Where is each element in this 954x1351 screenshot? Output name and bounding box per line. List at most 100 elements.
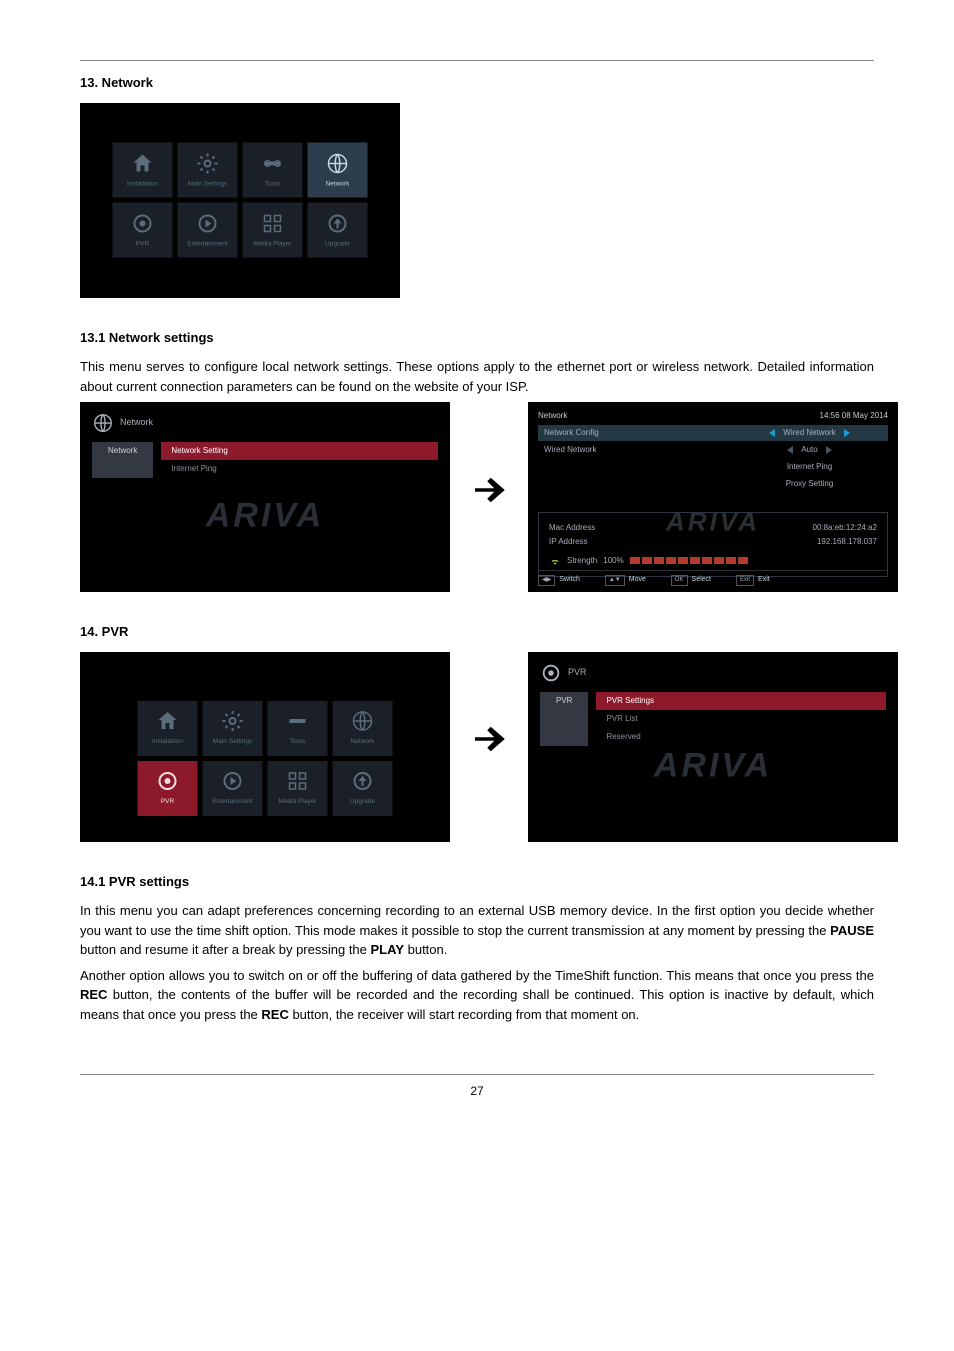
record-icon	[131, 211, 155, 235]
hint-switch: Switch	[559, 576, 580, 583]
submenu-tab[interactable]: Network	[92, 442, 153, 478]
arrow-right-icon[interactable]	[844, 429, 850, 437]
page-footer: 27	[80, 1074, 874, 1101]
globe-icon	[351, 709, 375, 733]
screenshot-main-menu-network: Installation Main Settings Tools Network…	[80, 103, 400, 298]
hint-move: Move	[629, 576, 646, 583]
tile-entertainment[interactable]: Entertainment	[203, 761, 263, 816]
cfg-row-ping[interactable]: Internet Ping	[538, 459, 888, 475]
section-14-pvr: 14. PVR Installation Main Settings Tools	[80, 622, 874, 842]
strength-value: 100%	[603, 554, 623, 568]
tile-media-player[interactable]: Media Player	[243, 203, 303, 258]
gear-icon	[221, 709, 245, 733]
upgrade-icon	[326, 211, 350, 235]
arrow-icon	[468, 469, 510, 526]
apps-icon	[261, 211, 285, 235]
key-ud: ▲▼	[605, 575, 625, 586]
arrow-icon	[468, 718, 510, 775]
screenshot-network-submenu: Network Network Network Setting Internet…	[80, 402, 450, 592]
cfg-header: Network 14:56 08 May 2014	[538, 410, 888, 422]
globe-icon	[326, 151, 350, 175]
home-icon	[131, 151, 155, 175]
cfg-footer: ◀▶Switch ▲▼Move OKSelect ExitExit	[538, 570, 888, 586]
tile-pvr[interactable]: PVR	[138, 761, 198, 816]
screenshot-main-menu-pvr: Installation Main Settings Tools Network…	[80, 652, 450, 842]
cfg-value: Internet Ping	[787, 461, 832, 473]
tile-pvr[interactable]: PVR	[113, 203, 173, 258]
bold-rec: REC	[261, 1007, 288, 1022]
subopt-pvr-settings[interactable]: PVR Settings	[596, 692, 886, 710]
tile-media-player[interactable]: Media Player	[268, 761, 328, 816]
strength-blocks	[630, 557, 748, 564]
tile-main-settings[interactable]: Main Settings	[178, 143, 238, 198]
main-menu-grid: Installation Main Settings Tools Network…	[113, 143, 368, 258]
submenu-header: PVR	[540, 662, 886, 684]
pvr-flow-row: Installation Main Settings Tools Network…	[80, 652, 874, 842]
heading-14-pvr: 14. PVR	[80, 622, 874, 642]
cfg-value: Auto	[801, 444, 817, 456]
arrow-left-icon[interactable]	[787, 446, 793, 454]
tile-tools[interactable]: Tools	[268, 701, 328, 756]
cfg-datetime: 14:56 08 May 2014	[820, 410, 889, 422]
watermark: ARIVA	[206, 491, 324, 542]
tile-main-settings[interactable]: Main Settings	[203, 701, 263, 756]
cfg-info-box: ARIVA Mac Address 00:8a:eb:12:24:a2 IP A…	[538, 512, 888, 577]
bold-pause: PAUSE	[830, 923, 874, 938]
watermark: ARIVA	[654, 740, 772, 791]
subopt-pvr-list[interactable]: PVR List	[596, 710, 886, 728]
tile-upgrade[interactable]: Upgrade	[308, 203, 368, 258]
heading-14-1: 14.1 PVR settings	[80, 872, 874, 892]
cfg-row-network-config[interactable]: Network Config Wired Network	[538, 425, 888, 441]
page-number: 27	[470, 1084, 483, 1098]
play-circle-icon	[196, 211, 220, 235]
globe-icon	[92, 412, 114, 434]
main-menu-grid: Installation Main Settings Tools Network…	[138, 701, 393, 816]
tools-icon	[261, 151, 285, 175]
wifi-icon	[549, 555, 561, 567]
screenshot-pvr-submenu: PVR PVR PVR Settings PVR List Reserved A…	[528, 652, 898, 842]
submenu-tab[interactable]: PVR	[540, 692, 588, 746]
heading-13-1: 13.1 Network settings	[80, 328, 874, 348]
record-icon	[540, 662, 562, 684]
tile-installation[interactable]: Installation	[113, 143, 173, 198]
apps-icon	[286, 769, 310, 793]
arrow-right-icon[interactable]	[826, 446, 832, 454]
section-13-network: 13. Network Installation Main Settings T…	[80, 73, 874, 298]
footer-divider	[80, 1074, 874, 1075]
bold-play: PLAY	[371, 942, 404, 957]
submenu-header: Network	[92, 412, 438, 434]
tile-tools[interactable]: Tools	[243, 143, 303, 198]
section-14-1: 14.1 PVR settings In this menu you can a…	[80, 872, 874, 1025]
key-lr: ◀▶	[538, 575, 555, 586]
cfg-row-proxy[interactable]: Proxy Setting	[538, 476, 888, 492]
subopt-network-setting[interactable]: Network Setting	[161, 442, 438, 460]
arrow-left-icon[interactable]	[769, 429, 775, 437]
cfg-value: Wired Network	[783, 427, 835, 439]
network-flow-row: Network Network Network Setting Internet…	[80, 402, 874, 592]
mac-label: Mac Address	[549, 521, 595, 535]
heading-13-network: 13. Network	[80, 73, 874, 93]
submenu-title: Network	[120, 416, 153, 430]
ip-label: IP Address	[549, 535, 588, 549]
tile-network[interactable]: Network	[308, 143, 368, 198]
submenu-title: PVR	[568, 666, 587, 680]
tile-upgrade[interactable]: Upgrade	[333, 761, 393, 816]
tile-network[interactable]: Network	[333, 701, 393, 756]
subopt-internet-ping[interactable]: Internet Ping	[161, 460, 438, 478]
home-icon	[156, 709, 180, 733]
top-divider	[80, 60, 874, 61]
strength-label: Strength	[567, 554, 597, 568]
bold-rec: REC	[80, 987, 107, 1002]
cfg-label: Network Config	[544, 427, 599, 439]
cfg-label: Wired Network	[544, 444, 596, 456]
upgrade-icon	[351, 769, 375, 793]
cfg-row-wired[interactable]: Wired Network Auto	[538, 442, 888, 458]
record-icon	[156, 769, 180, 793]
ip-value: 192.168.178.037	[817, 535, 877, 549]
hint-select: Select	[692, 576, 711, 583]
gear-icon	[196, 151, 220, 175]
tile-installation[interactable]: Installation	[138, 701, 198, 756]
play-circle-icon	[221, 769, 245, 793]
tile-entertainment[interactable]: Entertainment	[178, 203, 238, 258]
mac-value: 00:8a:eb:12:24:a2	[812, 521, 877, 535]
